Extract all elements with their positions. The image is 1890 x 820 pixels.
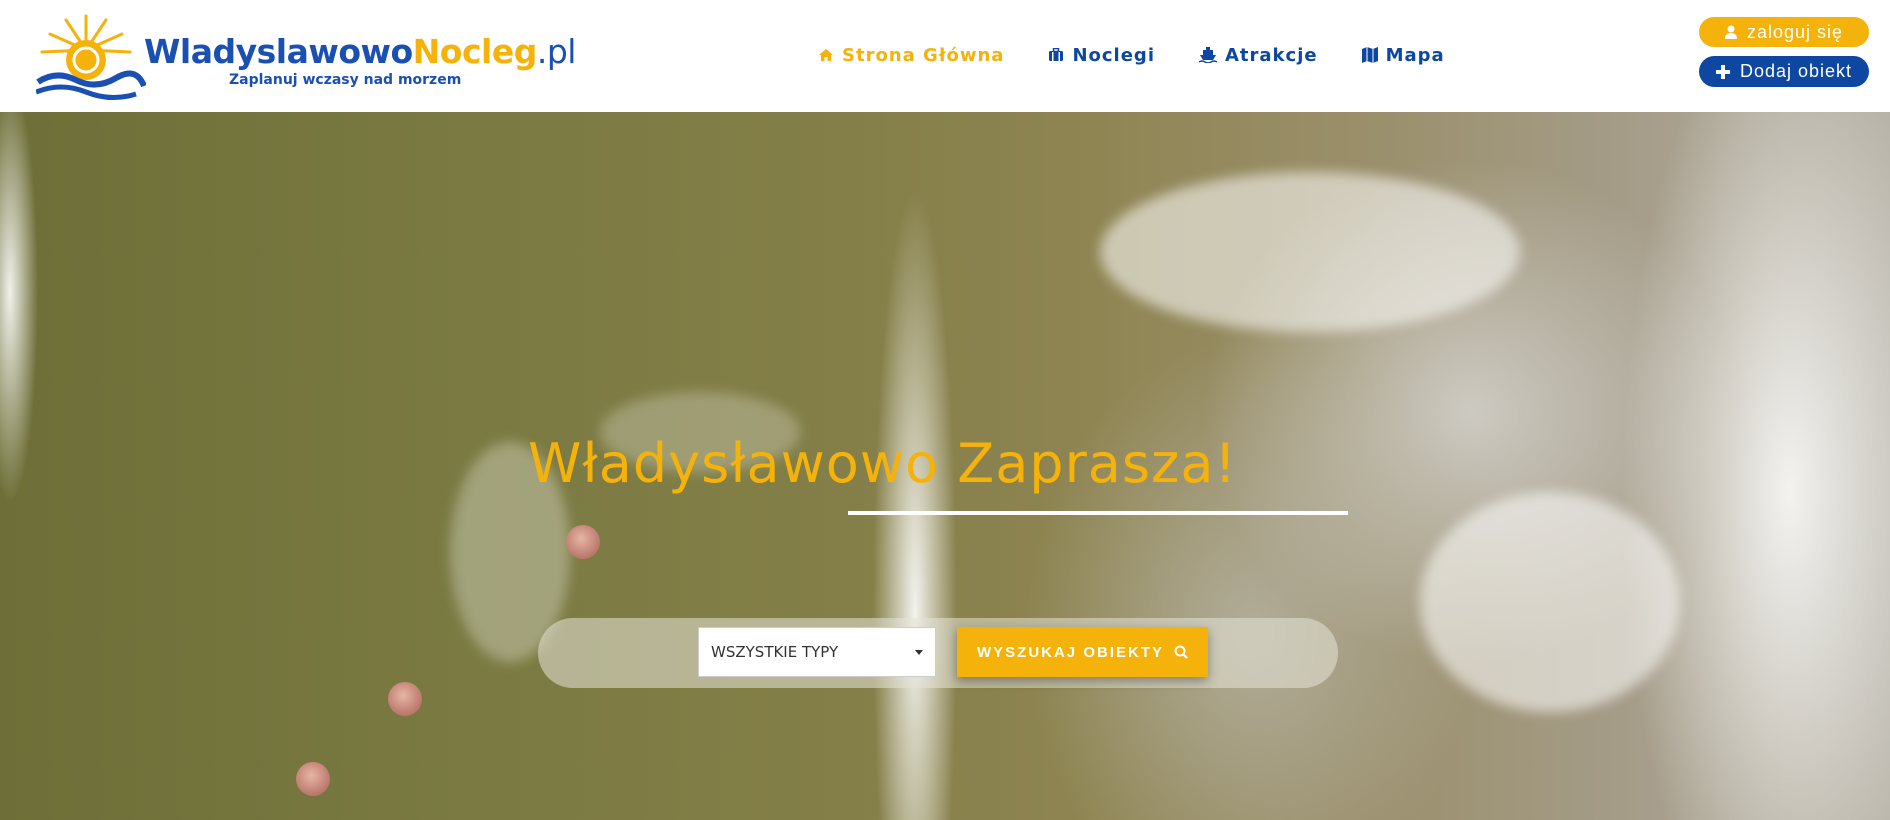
suitcase-icon (1048, 48, 1064, 62)
property-type-value: WSZYSTKIE TYPY (711, 643, 839, 661)
site-header: WladyslawowoNocleg.pl Zaplanuj wczasy na… (0, 0, 1890, 112)
hero-title: Władysławowo Zaprasza! (528, 432, 1238, 495)
search-button[interactable]: WYSZUKAJ OBIEKTY (957, 627, 1208, 677)
logo-tagline: Zaplanuj wczasy nad morzem (229, 72, 462, 88)
nav-item-atrakcje[interactable]: Atrakcje (1199, 45, 1318, 66)
sun-logo-icon (36, 14, 146, 100)
nav-item-label: Atrakcje (1225, 44, 1318, 66)
user-icon (1724, 25, 1737, 39)
nav-item-label: Noclegi (1072, 44, 1155, 66)
logo-part-3: .pl (536, 32, 577, 71)
plus-icon (1715, 64, 1730, 79)
main-nav: Strona Główna Noclegi Atrakcje Mapa (818, 40, 1489, 70)
nav-item-mapa[interactable]: Mapa (1361, 44, 1445, 66)
nav-item-label: Strona Główna (842, 44, 1005, 66)
nav-item-home[interactable]: Strona Główna (818, 45, 1004, 66)
add-property-button[interactable]: Dodaj obiekt (1699, 56, 1869, 87)
caret-down-icon (915, 650, 923, 655)
hero-section: Władysławowo Zaprasza! WSZYSTKIE TYPY WY… (0, 112, 1890, 820)
nav-item-label: Mapa (1385, 44, 1445, 66)
swimmer (296, 762, 330, 796)
hero-title-underline (848, 511, 1348, 515)
wave-foam (1100, 172, 1520, 332)
site-logo[interactable]: WladyslawowoNocleg.pl Zaplanuj wczasy na… (36, 12, 576, 102)
nav-item-noclegi[interactable]: Noclegi (1048, 45, 1155, 66)
search-button-label: WYSZUKAJ OBIEKTY (976, 643, 1164, 661)
swimmer (566, 525, 600, 559)
wave-foam (1420, 492, 1680, 712)
search-icon (1174, 645, 1188, 659)
add-property-label: Dodaj obiekt (1739, 61, 1853, 81)
home-icon (818, 48, 834, 62)
logo-title: WladyslawowoNocleg.pl (144, 32, 576, 71)
logo-part-1: Wladyslawowo (144, 32, 413, 71)
login-button[interactable]: zaloguj się (1699, 17, 1869, 47)
map-icon (1361, 47, 1378, 63)
search-bar (538, 618, 1338, 688)
ship-icon (1199, 47, 1217, 63)
swimmer (388, 682, 422, 716)
logo-part-2: Nocleg (412, 32, 538, 71)
login-label: zaloguj się (1746, 21, 1844, 42)
property-type-select[interactable]: WSZYSTKIE TYPY (698, 627, 936, 677)
